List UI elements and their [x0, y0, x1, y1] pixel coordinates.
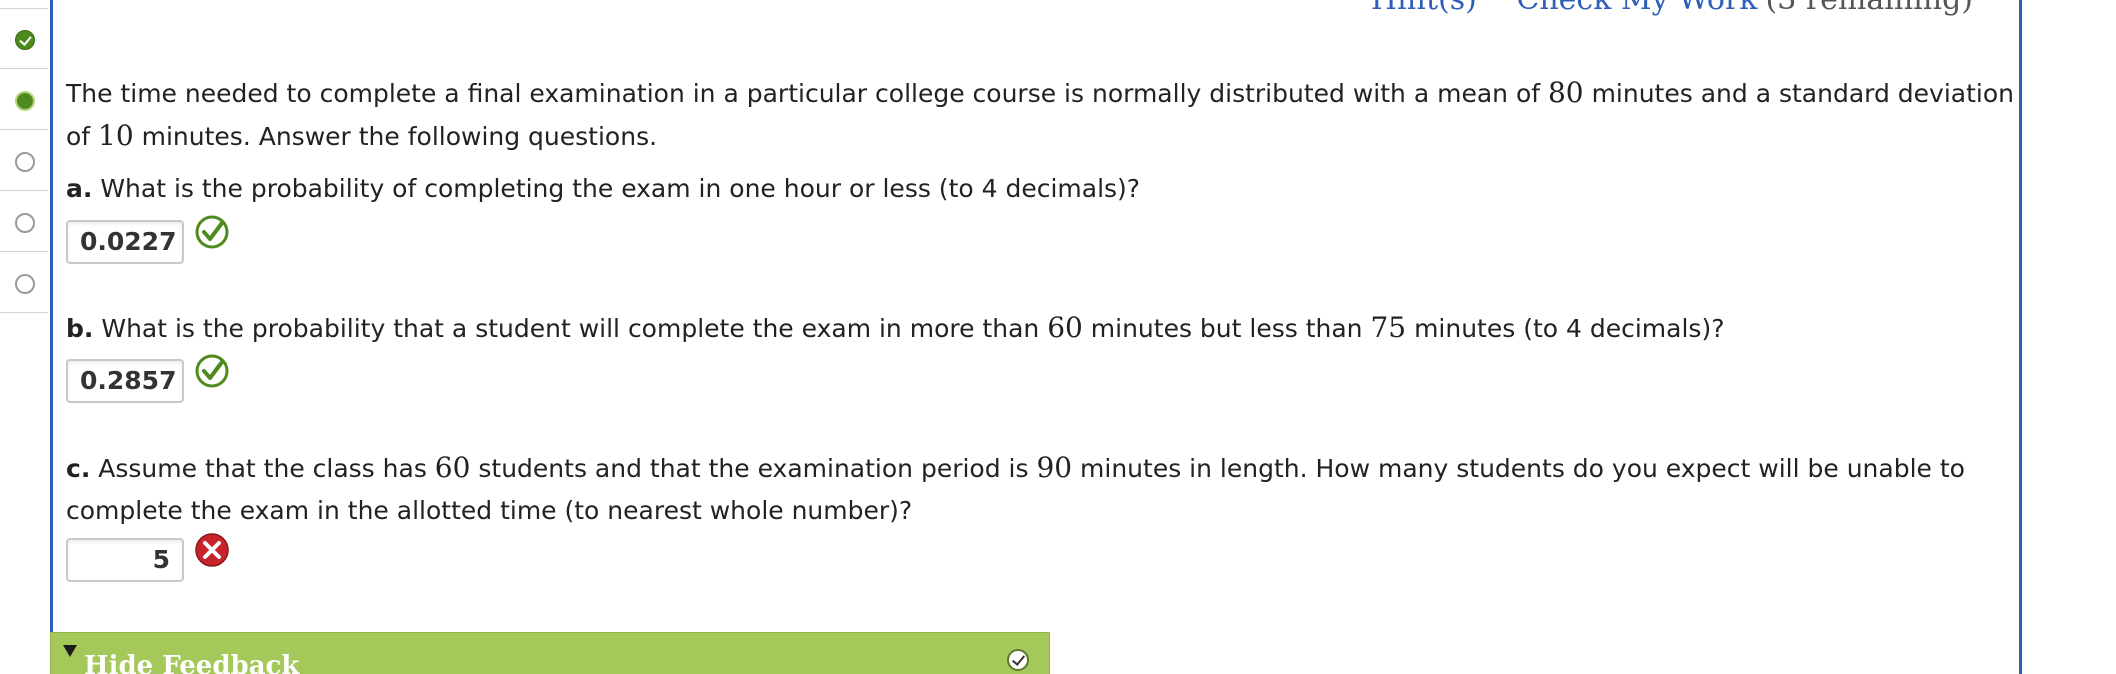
question-panel: Hint(s) Check My Work (3 remaining) The t… — [50, 0, 2022, 674]
check-my-work-link[interactable]: Check My Work — [1516, 0, 1757, 17]
part-text: What is the probability that a student w… — [93, 314, 1048, 343]
attempts-remaining: (3 remaining) — [1766, 0, 1974, 17]
assignment-page: Hint(s) Check My Work (3 remaining) The t… — [0, 0, 2116, 674]
rail-item-4[interactable] — [0, 191, 48, 252]
current-question-icon — [15, 91, 35, 111]
rail-item-3[interactable] — [0, 130, 48, 191]
unanswered-circle-icon — [15, 152, 35, 172]
low-value: 60 — [1047, 311, 1083, 344]
students-value: 60 — [434, 451, 471, 484]
completed-check-icon — [15, 30, 35, 50]
question-c: c. Assume that the class has 60 students… — [66, 447, 2021, 532]
intro-text: The time needed to complete a final exam… — [66, 79, 1548, 108]
rail-item-2[interactable] — [0, 69, 48, 130]
incorrect-x-icon — [195, 533, 229, 567]
part-text: students and that the examination period… — [470, 454, 1037, 483]
correct-check-icon — [195, 215, 229, 249]
sd-value: 10 — [98, 119, 134, 152]
part-text: Assume that the class has — [90, 454, 435, 483]
mean-value: 80 — [1547, 76, 1584, 109]
hide-feedback-bar[interactable]: Hide Feedback — [50, 632, 1050, 674]
collapse-triangle-icon — [63, 645, 77, 657]
high-value: 75 — [1370, 311, 1407, 344]
part-label: b. — [66, 314, 94, 343]
hide-feedback-label: Hide Feedback — [84, 651, 300, 674]
rail-item-5[interactable] — [0, 252, 48, 313]
hint-link[interactable]: Hint(s) — [1371, 0, 1477, 17]
part-label: c. — [66, 454, 91, 483]
unanswered-circle-icon — [15, 274, 35, 294]
part-text: What is the probability of completing th… — [92, 174, 1141, 203]
question-a: a. What is the probability of completing… — [66, 168, 1140, 210]
question-tools: Hint(s) Check My Work (3 remaining) — [1341, 0, 1973, 17]
part-text: minutes (to 4 decimals)? — [1406, 314, 1725, 343]
correct-check-icon — [195, 354, 229, 388]
rail-item-1[interactable] — [0, 8, 48, 69]
unanswered-circle-icon — [15, 213, 35, 233]
question-b: b. What is the probability that a studen… — [66, 307, 1724, 350]
period-value: 90 — [1036, 451, 1073, 484]
question-progress-rail — [0, 0, 48, 320]
question-intro: The time needed to complete a final exam… — [66, 72, 2021, 158]
answer-input-b[interactable]: 0.2857 — [66, 359, 184, 403]
feedback-check-icon — [1007, 649, 1029, 671]
part-text: minutes but less than — [1082, 314, 1371, 343]
answer-input-c[interactable]: 5 — [66, 538, 184, 582]
intro-text: minutes. Answer the following questions. — [133, 122, 658, 151]
answer-input-a[interactable]: 0.0227 — [66, 220, 184, 264]
part-label: a. — [66, 174, 93, 203]
right-margin — [2026, 0, 2116, 674]
